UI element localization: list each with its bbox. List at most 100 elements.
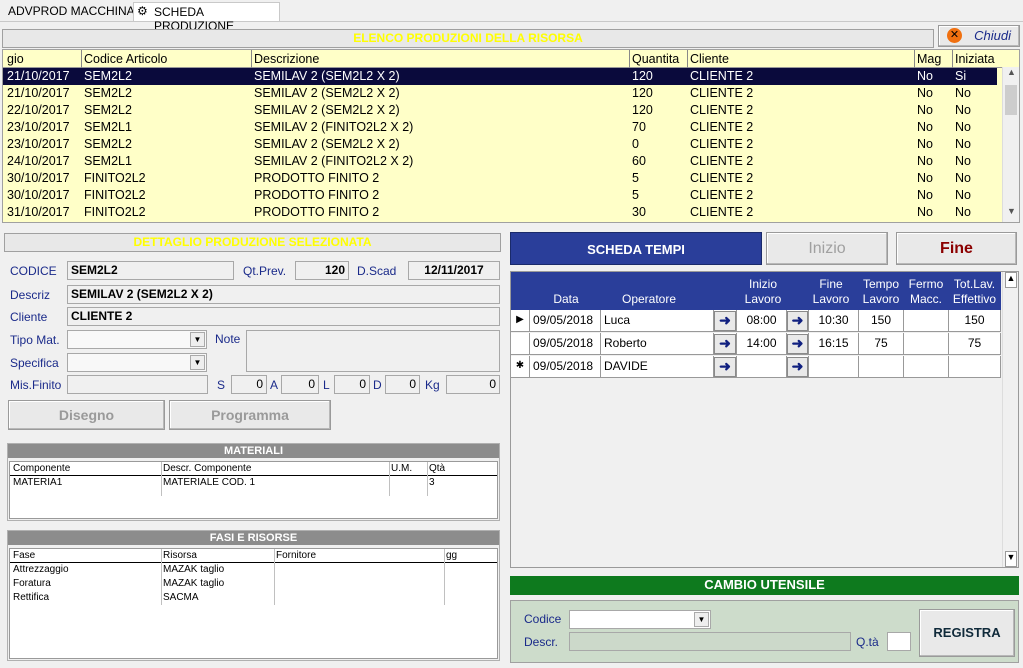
fasi-grid[interactable]: Fase Risorsa Fornitore gg Attrezzaggio MAZAK … (9, 548, 498, 659)
column-divider (952, 50, 953, 68)
tab-scheda-produzione[interactable]: ⚙ SCHEDA PRODUZIONE (133, 2, 280, 33)
d-field[interactable]: 0 (385, 375, 420, 394)
tempi-cell-operatore[interactable]: Roberto (601, 333, 714, 355)
table-row[interactable]: 22/10/2017 SEM2L2 SEMILAV 2 (SEM2L2 X 2) 12… (3, 102, 997, 119)
list-column-header[interactable]: Iniziata (955, 52, 995, 66)
tempi-column-header[interactable]: Tot.Lav. Effettivo (948, 277, 1001, 307)
tempi-cell-inizio[interactable]: 14:00 (737, 333, 787, 355)
list-cell: FINITO2L2 (84, 205, 146, 219)
tempi-cell-inizio[interactable]: 08:00 (737, 310, 787, 332)
fasi-row[interactable]: Foratura MAZAK taglio (10, 577, 497, 591)
arrow-right-icon[interactable]: ➜ (787, 311, 808, 331)
table-row[interactable]: 30/10/2017 FINITO2L2 PRODOTTO FINITO 2 5 CLI… (3, 187, 997, 204)
fasi-row[interactable]: Attrezzaggio MAZAK taglio (10, 563, 497, 577)
arrow-right-icon[interactable]: ➜ (714, 357, 736, 377)
misfinito-field[interactable] (67, 375, 208, 394)
arrow-right-icon[interactable]: ➜ (714, 311, 736, 331)
table-row[interactable]: 23/10/2017 SEM2L1 SEMILAV 2 (FINITO2L2 X 2… (3, 119, 997, 136)
cambio-qta-field[interactable] (887, 632, 911, 651)
scroll-thumb[interactable] (1005, 85, 1017, 115)
tempi-cell-tempo[interactable]: 150 (859, 310, 904, 332)
list-column-header[interactable]: Mag (917, 52, 941, 66)
tempi-cell-data[interactable]: 09/05/2018 (530, 310, 601, 332)
tempi-column-header[interactable]: Data (531, 292, 601, 307)
tempi-cell-fermo[interactable] (904, 333, 949, 355)
tempi-cell-fermo[interactable] (904, 356, 949, 378)
registra-button[interactable]: REGISTRA (919, 609, 1015, 657)
tempi-cell-tempo[interactable] (859, 356, 904, 378)
table-row[interactable]: 21/10/2017 SEM2L2 SEMILAV 2 (SEM2L2 X 2) 12… (3, 85, 997, 102)
materiali-column-header[interactable]: Descr. Componente (163, 463, 251, 474)
materiali-column-header[interactable]: Componente (13, 463, 70, 474)
tempi-cell-tot[interactable] (949, 356, 1001, 378)
list-column-header[interactable]: Quantita (632, 52, 679, 66)
tempi-cell-data[interactable]: 09/05/2018 (530, 356, 601, 378)
table-row[interactable]: 31/10/2017 FINITO2L2 PRODOTTO FINITO 2 30 CL… (3, 204, 997, 221)
codice-field[interactable]: SEM2L2 (67, 261, 234, 280)
disegno-button[interactable]: Disegno (8, 400, 165, 430)
kg-field[interactable]: 0 (446, 375, 500, 394)
list-column-header[interactable]: Descrizione (254, 52, 319, 66)
tempi-column-header[interactable]: Inizio Lavoro (737, 277, 789, 307)
table-row[interactable]: 21/10/2017 SEM2L2 SEMILAV 2 (SEM2L2 X 2) 12… (3, 68, 997, 85)
list-column-header[interactable]: Codice Articolo (84, 52, 167, 66)
arrow-right-icon[interactable]: ➜ (787, 357, 808, 377)
tempi-column-header[interactable]: Tempo Lavoro (859, 277, 903, 307)
note-field[interactable] (246, 330, 500, 372)
tempi-cell-fine[interactable]: 10:30 (809, 310, 859, 332)
tempi-column-header[interactable]: Fermo Macc. (904, 277, 948, 307)
l-field[interactable]: 0 (334, 375, 370, 394)
fasi-row[interactable]: Rettifica SACMA (10, 591, 497, 605)
table-row[interactable]: 24/10/2017 SEM2L1 SEMILAV 2 (FINITO2L2 X 2… (3, 153, 997, 170)
arrow-right-icon[interactable]: ➜ (787, 334, 808, 354)
qtprev-field[interactable]: 120 (295, 261, 349, 280)
tempi-cell-inizio[interactable] (737, 356, 787, 378)
tempi-column-header[interactable]: Operatore (601, 292, 697, 307)
descriz-field[interactable]: SEMILAV 2 (SEM2L2 X 2) (67, 285, 500, 304)
cliente-field[interactable]: CLIENTE 2 (67, 307, 500, 326)
fasi-column-header[interactable]: gg (446, 550, 457, 561)
chiudi-button[interactable]: ✕ Chiudi (938, 25, 1020, 47)
materiali-column-header[interactable]: Qtà (429, 463, 445, 474)
programma-button[interactable]: Programma (169, 400, 331, 430)
tipomat-select[interactable]: ▼ (67, 330, 207, 349)
list-cell: FINITO2L2 (84, 188, 146, 202)
tempi-cell-fine[interactable]: 16:15 (809, 333, 859, 355)
tempi-cell-operatore[interactable]: Luca (601, 310, 714, 332)
list-scrollbar[interactable]: ▲ ▼ (1002, 67, 1019, 222)
fine-button[interactable]: Fine (896, 232, 1017, 265)
dscad-field[interactable]: 12/11/2017 (408, 261, 500, 280)
fasi-column-header[interactable]: Risorsa (163, 550, 197, 561)
tab-advprod-macchina[interactable]: ADVPROD MACCHINA (2, 2, 141, 21)
tempi-column-header[interactable]: Fine Lavoro (809, 277, 853, 307)
cambio-descr-field[interactable] (569, 632, 851, 651)
table-row[interactable]: 30/10/2017 FINITO2L2 PRODOTTO FINITO 2 5 CLI… (3, 170, 997, 187)
inizio-button[interactable]: Inizio (766, 232, 888, 265)
fasi-column-header[interactable]: Fornitore (276, 550, 316, 561)
list-column-header[interactable]: gio (7, 52, 24, 66)
tempi-cell-marker (511, 333, 530, 355)
a-field[interactable]: 0 (281, 375, 319, 394)
materiali-column-header[interactable]: U.M. (391, 463, 412, 474)
tempi-cell-tot[interactable]: 75 (949, 333, 1001, 355)
arrow-right-icon[interactable]: ➜ (714, 334, 736, 354)
materiali-grid[interactable]: Componente Descr. Componente U.M. Qtà MATERI… (9, 461, 498, 519)
cambio-codice-select[interactable]: ▼ (569, 610, 711, 629)
s-field[interactable]: 0 (231, 375, 267, 394)
materiali-section: MATERIALI Componente Descr. Componente U.M… (7, 443, 500, 521)
tempi-cell-data[interactable]: 09/05/2018 (530, 333, 601, 355)
list-column-header[interactable]: Cliente (690, 52, 729, 66)
tempi-cell-fermo[interactable] (904, 310, 949, 332)
tempi-grid[interactable]: Data Operatore Inizio Lavoro Fine Lavoro Tem… (510, 271, 1019, 568)
tempi-cell-fine[interactable] (809, 356, 859, 378)
scheda-tempi-button[interactable]: SCHEDA TEMPI (510, 232, 762, 265)
tempi-cell-tot[interactable]: 150 (949, 310, 1001, 332)
specifica-select[interactable]: ▼ (67, 353, 207, 372)
table-row[interactable]: 23/10/2017 SEM2L2 SEMILAV 2 (SEM2L2 X 2) 0 C… (3, 136, 997, 153)
materiali-row[interactable]: MATERIA1 MATERIALE COD. 1 3 (10, 476, 497, 490)
fasi-column-header[interactable]: Fase (13, 550, 35, 561)
tempi-scrollbar[interactable]: ▲ ▼ (1002, 272, 1018, 567)
tempi-cell-tempo[interactable]: 75 (859, 333, 904, 355)
tempi-cell-operatore[interactable]: DAVIDE (601, 356, 714, 378)
production-list[interactable]: gio Codice Articolo Descrizione Quantita Cli… (2, 49, 1020, 223)
